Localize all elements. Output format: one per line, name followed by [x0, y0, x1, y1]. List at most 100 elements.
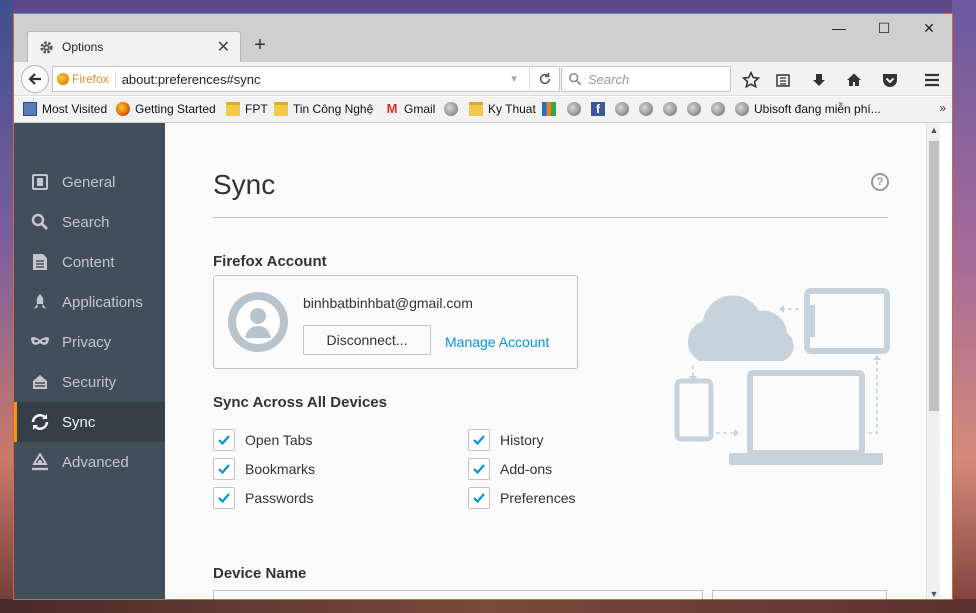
bookmark-globe-7[interactable] — [711, 102, 730, 116]
checkbox-label: Passwords — [245, 490, 314, 506]
vertical-scrollbar[interactable]: ▲ ▼ — [926, 123, 941, 599]
browser-window: Options ✕ + — ☐ ✕ Firefox about:preferen… — [13, 13, 953, 600]
sidebar-item-content[interactable]: Content — [14, 242, 165, 282]
hamburger-menu-icon[interactable] — [921, 70, 943, 90]
bookmark-folder-fpt[interactable]: FPT — [226, 102, 268, 116]
close-window-button[interactable]: ✕ — [914, 20, 944, 37]
sync-passwords-checkbox[interactable]: Passwords — [213, 487, 313, 509]
checkbox-label: Open Tabs — [245, 432, 313, 448]
bookmark-star-icon[interactable] — [740, 70, 762, 90]
gear-icon — [38, 39, 54, 55]
bookmark-folder-ky-thuat[interactable]: Ky Thuat — [469, 102, 536, 116]
globe-icon — [615, 102, 629, 116]
bookmark-globe-4[interactable] — [639, 102, 658, 116]
home-icon[interactable] — [843, 70, 865, 90]
url-text[interactable]: about:preferences#sync — [116, 72, 509, 87]
fpt-icon — [542, 102, 556, 116]
back-arrow-icon — [28, 73, 41, 85]
sync-history-checkbox[interactable]: History — [468, 429, 544, 451]
bookmark-globe-6[interactable] — [687, 102, 706, 116]
search-icon — [30, 212, 50, 232]
url-dropdown-icon[interactable]: ▼ — [509, 74, 519, 85]
scroll-down-arrow-icon[interactable]: ▼ — [927, 589, 941, 599]
sidebar-item-security[interactable]: Security — [14, 362, 165, 402]
bookmark-gmail[interactable]: M Gmail — [385, 102, 436, 117]
manage-account-link[interactable]: Manage Account — [445, 334, 549, 350]
page-title: Sync — [213, 169, 276, 200]
globe-icon — [444, 102, 458, 116]
sidebar-item-general[interactable]: General — [14, 162, 165, 202]
bookmark-globe-5[interactable] — [663, 102, 682, 116]
privacy-mask-icon — [30, 332, 50, 352]
sidebar-item-label: Security — [62, 373, 117, 391]
sync-open-tabs-checkbox[interactable]: Open Tabs — [213, 429, 312, 451]
bookmark-globe-2[interactable] — [567, 102, 586, 116]
change-device-name-button[interactable] — [712, 590, 887, 599]
security-icon — [30, 372, 50, 392]
identity-label: Firefox — [72, 72, 109, 86]
bookmarks-toolbar: Most Visited Getting Started FPT Tin Côn… — [14, 97, 952, 123]
sidebar-item-search[interactable]: Search — [14, 202, 165, 242]
avatar[interactable] — [228, 292, 288, 352]
bookmark-getting-started[interactable]: Getting Started — [116, 102, 216, 116]
minimize-button[interactable]: — — [824, 20, 854, 36]
tab-options[interactable]: Options ✕ — [27, 31, 241, 62]
globe-icon — [687, 102, 701, 116]
sidebar-item-sync[interactable]: Sync — [14, 402, 165, 442]
back-button[interactable] — [21, 65, 49, 93]
checkmark-icon — [468, 429, 490, 451]
user-silhouette-icon — [236, 300, 280, 344]
sidebar-item-label: Advanced — [62, 453, 129, 471]
bookmark-label: Gmail — [404, 102, 436, 116]
sync-heading: Sync Across All Devices — [213, 394, 387, 411]
checkbox-label: Preferences — [500, 490, 576, 506]
sync-bookmarks-checkbox[interactable]: Bookmarks — [213, 458, 315, 480]
identity-box[interactable]: Firefox — [53, 70, 116, 88]
bookmark-ubisoft[interactable]: Ubisoft đang miễn phí... — [735, 102, 881, 116]
sidebar-item-label: General — [62, 173, 116, 191]
bookmark-facebook[interactable]: f — [591, 102, 610, 116]
general-icon — [30, 172, 50, 192]
globe-icon — [663, 102, 677, 116]
bookmarks-overflow-chevron[interactable]: » — [939, 101, 946, 115]
firefox-account-box: binhbatbinhbat@gmail.com Disconnect... M… — [213, 275, 578, 369]
bookmark-globe-3[interactable] — [615, 102, 634, 116]
scrollbar-thumb[interactable] — [929, 141, 939, 411]
bookmark-fpt-site[interactable] — [542, 102, 561, 116]
sidebar-item-advanced[interactable]: Advanced — [14, 442, 165, 482]
firefox-icon — [57, 73, 69, 85]
bookmark-globe-1[interactable] — [444, 102, 463, 116]
device-name-field[interactable] — [213, 590, 703, 599]
bookmark-label: FPT — [245, 102, 268, 116]
new-tab-button[interactable]: + — [250, 34, 270, 57]
sync-preferences-checkbox[interactable]: Preferences — [468, 487, 575, 509]
maximize-button[interactable]: ☐ — [869, 20, 899, 37]
sync-addons-checkbox[interactable]: Add-ons — [468, 458, 552, 480]
checkmark-icon — [213, 487, 235, 509]
sidebar-item-privacy[interactable]: Privacy — [14, 322, 165, 362]
scroll-up-arrow-icon[interactable]: ▲ — [927, 125, 941, 135]
reload-button[interactable] — [529, 66, 559, 92]
bookmarks-menu-icon[interactable] — [772, 70, 794, 90]
folder-icon — [226, 102, 240, 116]
url-bar[interactable]: Firefox about:preferences#sync ▼ — [52, 66, 560, 92]
search-bar[interactable]: Search — [561, 66, 731, 92]
applications-icon — [30, 292, 50, 312]
reload-icon — [539, 72, 550, 85]
bookmark-folder-tin-cong-nghe[interactable]: Tin Công Nghệ — [274, 102, 373, 116]
bookmark-most-visited[interactable]: Most Visited — [23, 102, 107, 116]
folder-icon — [469, 102, 483, 116]
checkmark-icon — [213, 458, 235, 480]
checkbox-label: Add-ons — [500, 461, 553, 477]
tab-strip: Options ✕ + — ☐ ✕ — [14, 14, 952, 62]
pocket-icon[interactable] — [879, 70, 901, 90]
facebook-icon: f — [591, 102, 605, 116]
bookmark-label: Tin Công Nghệ — [293, 102, 374, 116]
sidebar-item-applications[interactable]: Applications — [14, 282, 165, 322]
sync-icon — [30, 412, 50, 432]
close-tab-icon[interactable]: ✕ — [217, 37, 230, 57]
disconnect-button[interactable]: Disconnect... — [303, 325, 431, 355]
sync-devices-illustration — [674, 288, 890, 465]
help-icon[interactable]: ? — [871, 173, 889, 191]
downloads-icon[interactable] — [808, 70, 830, 90]
